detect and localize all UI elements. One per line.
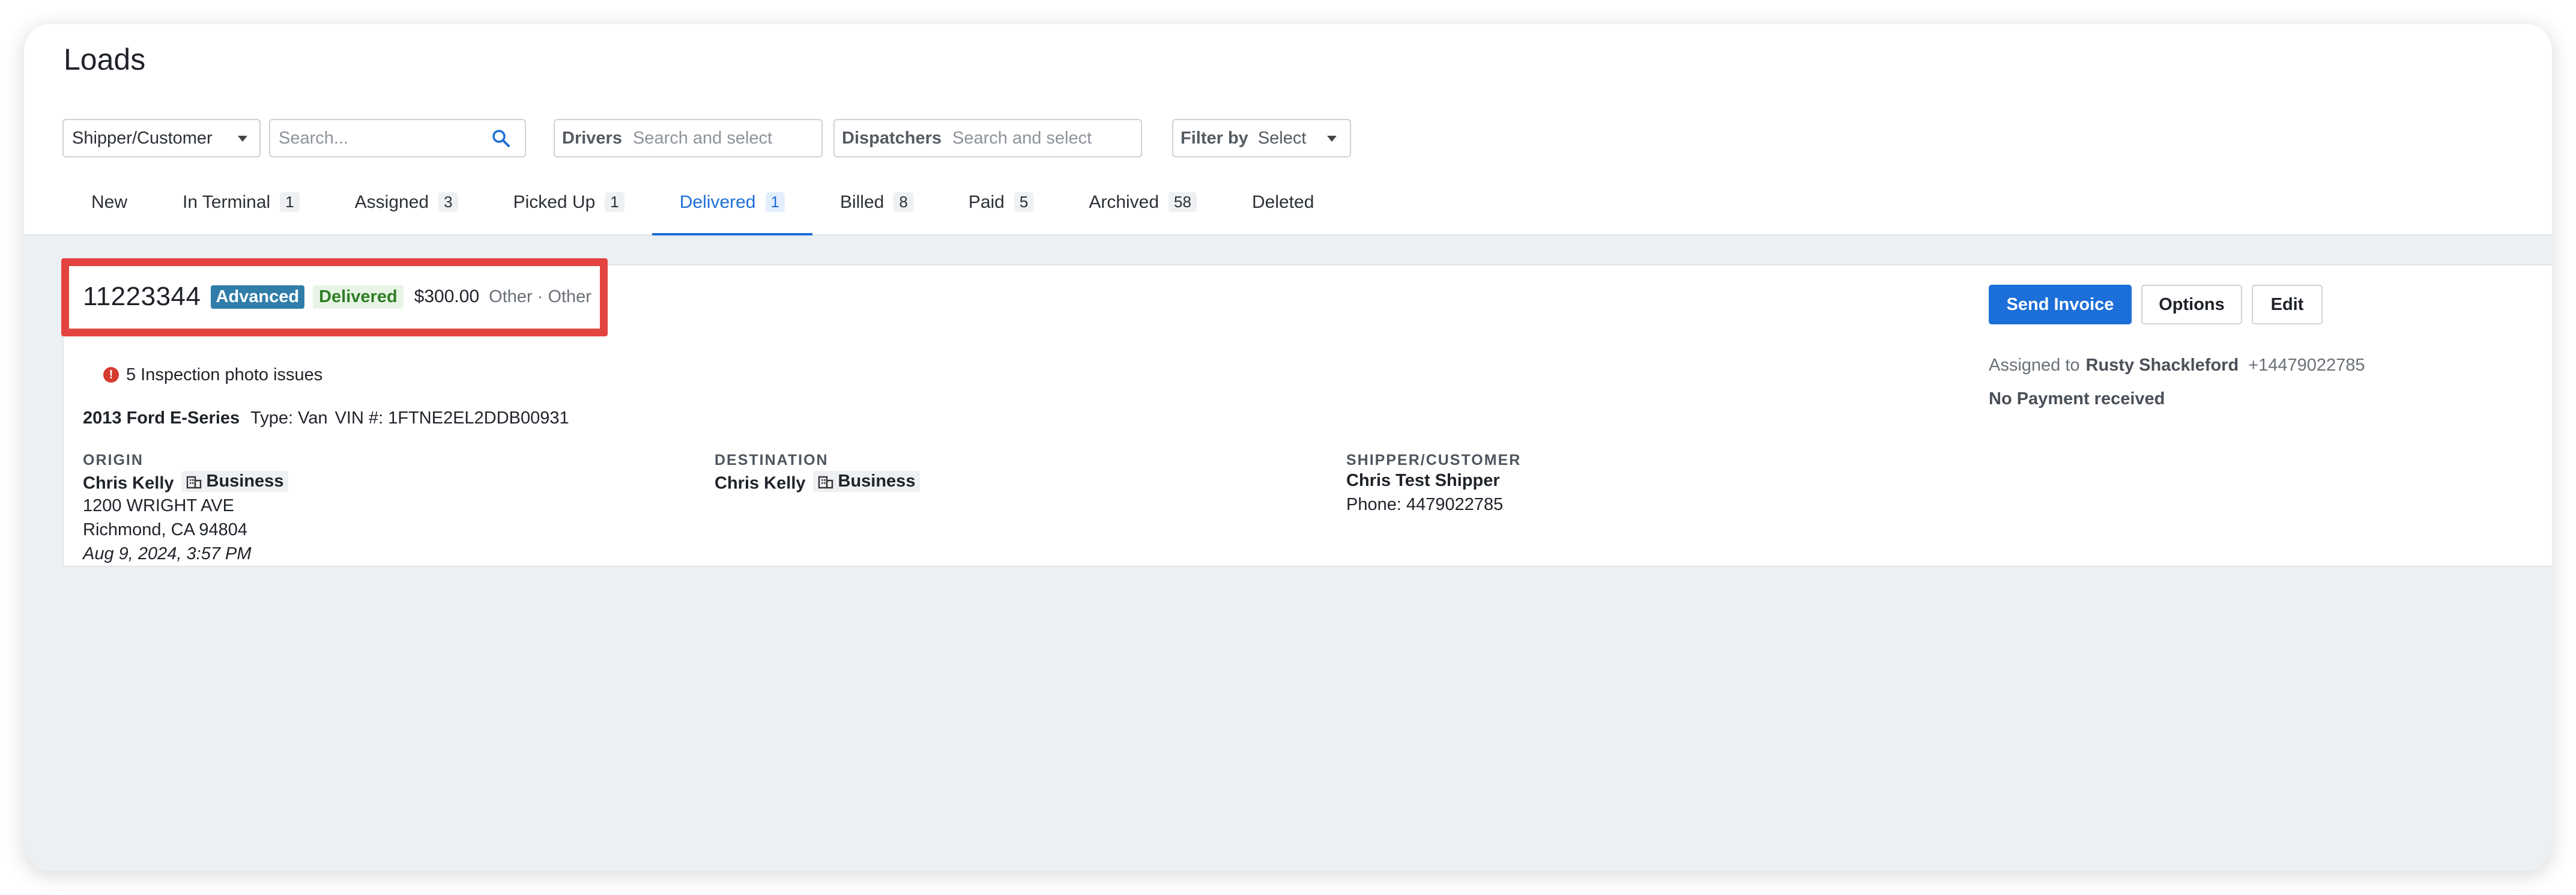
tab-count: 8 [893,192,913,212]
filter-by-select[interactable]: Filter by Select [1172,119,1351,157]
vehicle-type: Type: Van [250,408,328,428]
vehicle-vin: VIN #: 1FTNE2EL2DDB00931 [334,408,569,428]
tab-billed[interactable]: Billed 8 [812,192,941,235]
tab-assigned[interactable]: Assigned 3 [327,192,486,235]
load-number[interactable]: 11223344 [83,282,201,312]
tab-count: 5 [1014,192,1034,212]
destination-contact: Chris Kelly Business [715,471,921,494]
search-input[interactable]: Search... [269,119,526,157]
chevron-down-icon [1327,136,1337,142]
assigned-prefix: Assigned to [1989,356,2080,375]
building-icon [818,476,833,488]
origin-address2: Richmond, CA 94804 [83,520,248,539]
vehicle-info: 2013 Ford E-Series Type: Van VIN #: 1FTN… [83,408,569,428]
tab-label: Paid [968,192,1005,212]
tab-count: 1 [605,192,624,212]
app-window: Loads Shipper/Customer Search... Drivers… [24,24,2552,871]
error-icon: ! [103,367,119,383]
tab-archived[interactable]: Archived 58 [1061,192,1224,235]
send-invoice-button[interactable]: Send Invoice [1989,285,2132,324]
status-tabs: New In Terminal 1 Assigned 3 Picked Up 1 De… [64,192,1341,235]
page-header: Loads Shipper/Customer Search... Drivers… [24,24,2552,235]
vehicle-name: 2013 Ford E-Series [83,408,240,428]
shipper-customer-select[interactable]: Shipper/Customer [62,119,261,157]
tab-picked-up[interactable]: Picked Up 1 [486,192,652,235]
origin-contact: Chris Kelly Business [83,471,289,494]
dispatchers-filter[interactable]: Dispatchers Search and select [833,119,1142,157]
tab-new[interactable]: New [64,192,155,235]
filter-by-value: Select [1257,128,1307,148]
assigned-driver-name[interactable]: Rusty Shackleford [2086,356,2239,375]
destination-tag-text: Business [838,472,916,491]
payment-type: Other · Other [489,287,591,306]
assigned-driver-phone: +14479022785 [2248,356,2365,375]
origin-date: Aug 9, 2024, 3:57 PM [83,544,252,563]
tab-label: Archived [1089,192,1160,212]
tab-label: Assigned [354,192,429,212]
tab-in-terminal[interactable]: In Terminal 1 [155,192,327,235]
inspection-issues-text: 5 Inspection photo issues [126,365,323,384]
tab-count: 1 [280,192,300,212]
shipper-label: SHIPPER/CUSTOMER [1346,452,1522,469]
drivers-label: Drivers [562,128,622,148]
tab-delivered[interactable]: Delivered 1 [652,192,813,235]
inspection-issues[interactable]: ! 5 Inspection photo issues [103,362,322,388]
chevron-down-icon [238,136,247,142]
tab-label: Picked Up [513,192,596,212]
tab-label: New [91,192,128,212]
search-placeholder: Search... [279,128,349,148]
tab-count: 58 [1169,192,1197,212]
drivers-placeholder: Search and select [632,128,773,148]
assigned-to: Assigned to Rusty Shackleford +14479022785 [1989,356,2365,375]
tab-label: Delivered [679,192,756,212]
origin-label: ORIGIN [83,452,144,469]
origin-name: Chris Kelly [83,473,174,493]
tab-deleted[interactable]: Deleted [1224,192,1341,235]
destination-business-tag: Business [812,471,921,492]
drivers-filter[interactable]: Drivers Search and select [554,119,823,157]
tab-label: Billed [839,192,884,212]
options-button[interactable]: Options [2141,285,2242,324]
load-price: $300.00 [414,287,480,306]
origin-tag-text: Business [206,472,284,491]
shipper-select-value: Shipper/Customer [72,128,213,148]
tab-paid[interactable]: Paid 5 [941,192,1062,235]
search-icon[interactable] [491,129,512,154]
shipper-name: Chris Test Shipper [1346,471,1500,490]
filter-by-label: Filter by [1181,128,1248,148]
load-header: 11223344 Advanced Delivered $300.00 Othe… [83,281,591,312]
destination-label: DESTINATION [715,452,829,469]
tab-count: 1 [765,192,785,212]
tab-label: Deleted [1251,192,1314,212]
payment-status: No Payment received [1989,389,2165,408]
tab-label: In Terminal [183,192,271,212]
edit-button[interactable]: Edit [2252,285,2323,324]
page-title: Loads [64,43,146,76]
destination-name: Chris Kelly [715,473,806,493]
dispatchers-label: Dispatchers [842,128,942,148]
dispatchers-placeholder: Search and select [952,128,1092,148]
tab-count: 3 [438,192,458,212]
advanced-badge: Advanced [210,285,305,309]
status-badge: Delivered [313,285,404,309]
origin-business-tag: Business [181,471,289,492]
shipper-phone: Phone: 4479022785 [1346,495,1504,514]
building-icon [186,476,201,488]
origin-address1: 1200 WRIGHT AVE [83,496,234,515]
